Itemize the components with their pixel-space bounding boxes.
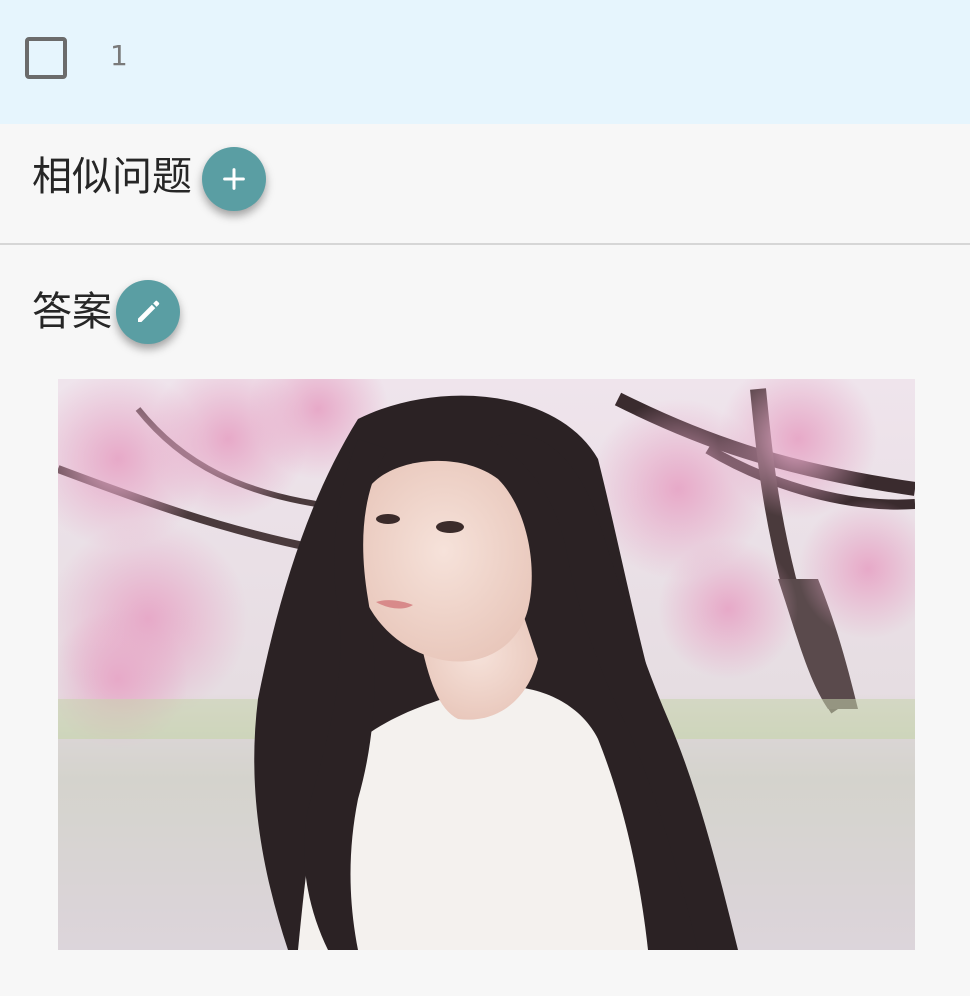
answer-section: 答案 xyxy=(0,247,970,996)
add-similar-question-button[interactable] xyxy=(202,147,266,211)
pencil-icon xyxy=(138,300,160,322)
edit-answer-button[interactable] xyxy=(116,280,180,344)
list-row-header[interactable]: 1 xyxy=(0,0,970,124)
plus-icon xyxy=(223,168,245,190)
row-checkbox[interactable] xyxy=(25,37,67,79)
row-index-label: 1 xyxy=(110,39,128,72)
similar-questions-section: 相似问题 xyxy=(0,124,970,245)
similar-questions-title: 相似问题 xyxy=(32,154,192,200)
answer-title: 答案 xyxy=(32,289,112,335)
portrait-photo xyxy=(58,379,915,950)
answer-image xyxy=(58,379,915,950)
